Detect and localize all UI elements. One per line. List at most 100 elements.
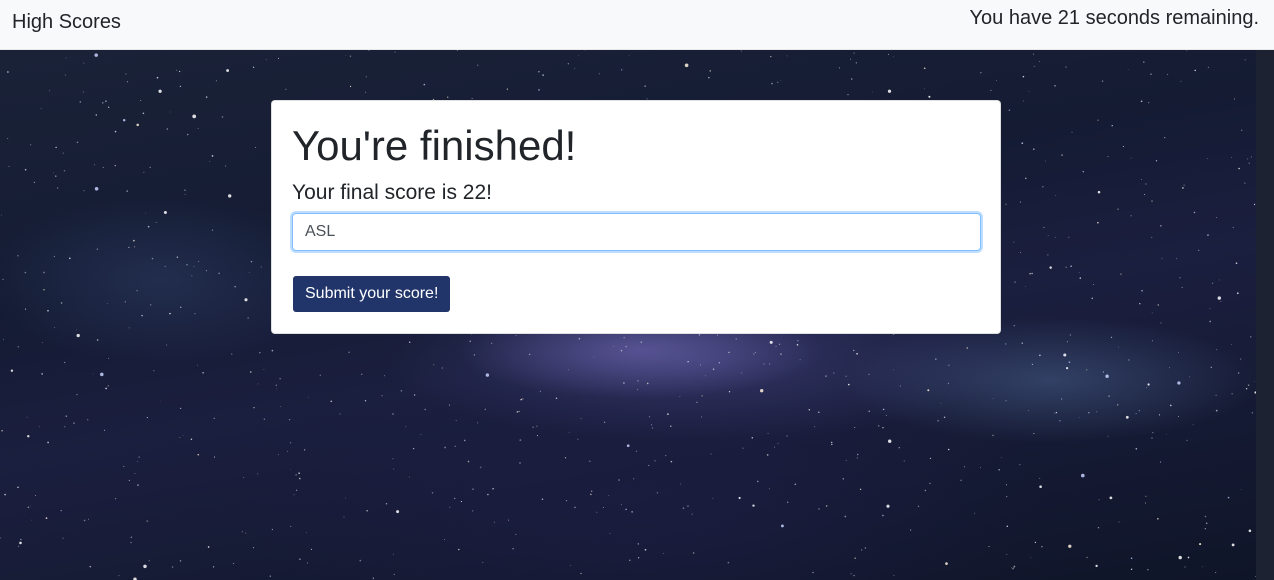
star xyxy=(701,416,703,418)
star xyxy=(1175,258,1177,260)
star xyxy=(193,266,195,268)
star xyxy=(570,565,572,566)
star xyxy=(522,398,524,400)
star xyxy=(578,337,581,340)
star xyxy=(345,55,347,56)
page-scrollbar[interactable] xyxy=(1256,50,1274,580)
star xyxy=(1147,383,1150,386)
star xyxy=(394,51,396,53)
star xyxy=(271,349,274,352)
star xyxy=(948,364,950,366)
star xyxy=(87,419,89,421)
star xyxy=(1245,387,1248,390)
star xyxy=(1150,73,1152,75)
star xyxy=(250,260,253,263)
star xyxy=(670,425,672,427)
star xyxy=(19,541,22,545)
star xyxy=(1143,61,1145,63)
star xyxy=(519,462,521,464)
star xyxy=(1177,381,1181,385)
star xyxy=(149,166,151,169)
star xyxy=(833,372,835,374)
star xyxy=(1247,384,1250,387)
star xyxy=(1086,556,1088,559)
star xyxy=(528,353,531,356)
star xyxy=(64,426,66,428)
star xyxy=(289,442,292,444)
star xyxy=(760,389,764,393)
star xyxy=(629,559,631,561)
star xyxy=(767,432,769,434)
star xyxy=(169,111,171,113)
star xyxy=(774,446,776,448)
star xyxy=(277,57,280,59)
star xyxy=(1031,363,1034,366)
star xyxy=(107,106,110,108)
star xyxy=(1152,432,1154,434)
star xyxy=(176,69,178,71)
star xyxy=(1005,484,1008,486)
star xyxy=(623,382,625,384)
star xyxy=(1189,376,1190,378)
star xyxy=(444,539,445,541)
star xyxy=(903,460,905,462)
star xyxy=(1231,157,1233,158)
star xyxy=(940,402,942,404)
star xyxy=(882,408,885,411)
star xyxy=(482,561,484,563)
star xyxy=(293,494,295,496)
star xyxy=(593,356,595,358)
star xyxy=(1230,344,1232,345)
star xyxy=(682,507,685,509)
star xyxy=(555,397,558,399)
star xyxy=(1042,186,1044,188)
star xyxy=(520,398,522,401)
star xyxy=(1145,183,1147,185)
star xyxy=(1157,304,1160,306)
star xyxy=(1130,557,1133,559)
star xyxy=(298,477,301,480)
star xyxy=(263,369,265,370)
star xyxy=(768,488,770,490)
submit-score-button[interactable]: Submit your score! xyxy=(293,276,451,312)
star xyxy=(1130,215,1132,217)
star xyxy=(463,439,466,442)
star xyxy=(1047,234,1049,237)
star xyxy=(637,557,640,559)
star xyxy=(1078,417,1080,418)
star xyxy=(728,351,730,354)
star xyxy=(1227,496,1230,499)
star xyxy=(180,306,182,308)
star xyxy=(842,478,845,480)
star xyxy=(57,187,59,189)
star xyxy=(1157,518,1159,520)
star xyxy=(433,364,435,366)
star xyxy=(1033,433,1035,434)
star xyxy=(1066,367,1069,370)
star xyxy=(1247,158,1249,160)
star xyxy=(568,369,569,371)
star xyxy=(712,497,714,499)
star xyxy=(769,340,773,344)
star xyxy=(24,271,27,274)
star xyxy=(1218,279,1220,281)
star xyxy=(650,424,653,426)
high-scores-link[interactable]: High Scores xyxy=(12,11,121,34)
star xyxy=(250,371,252,373)
star xyxy=(138,456,141,458)
star xyxy=(1193,211,1196,214)
star xyxy=(665,455,667,457)
star xyxy=(104,429,106,431)
star xyxy=(1155,160,1158,162)
star xyxy=(345,497,346,499)
star xyxy=(717,334,718,336)
star xyxy=(10,369,14,372)
star xyxy=(1097,119,1099,121)
star xyxy=(1151,340,1154,342)
star xyxy=(635,450,638,453)
star xyxy=(243,476,245,478)
star xyxy=(7,71,9,73)
star xyxy=(372,577,374,579)
initials-input[interactable] xyxy=(292,213,981,251)
star xyxy=(1068,236,1070,238)
